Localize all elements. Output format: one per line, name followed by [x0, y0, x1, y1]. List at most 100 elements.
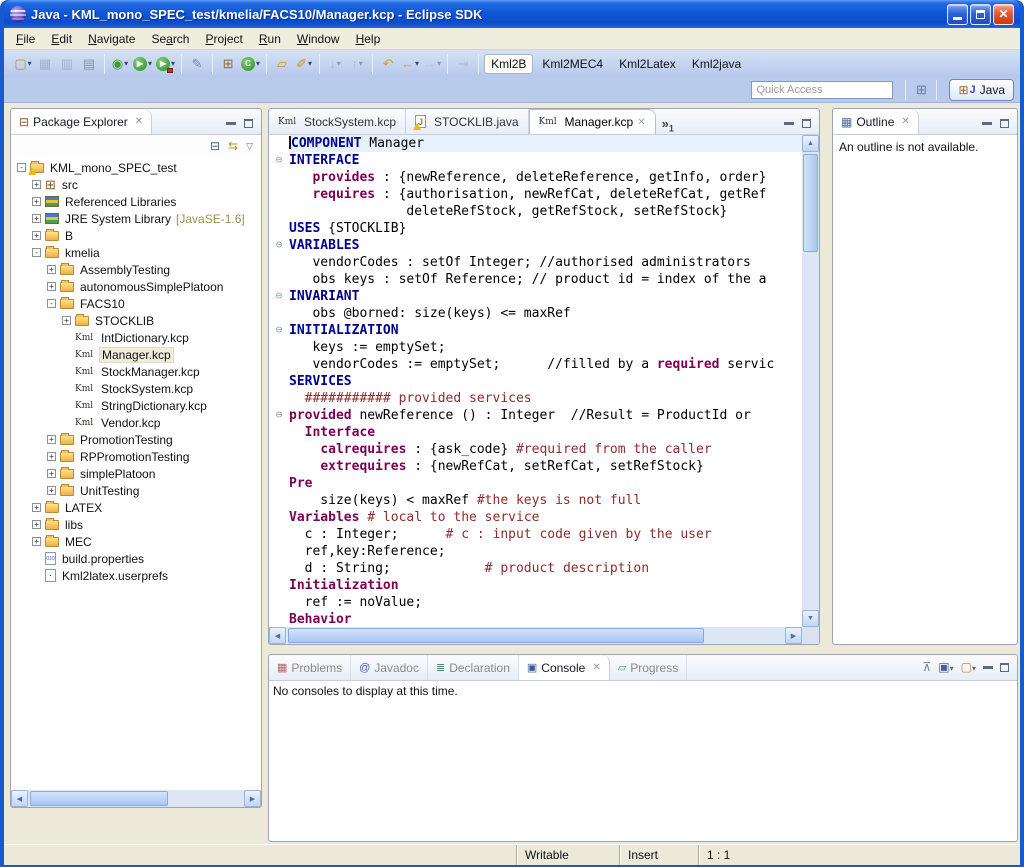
tree-item[interactable]: +UnitTesting [11, 482, 261, 499]
collapse-node-icon[interactable]: - [17, 163, 26, 172]
expand-node-icon[interactable]: + [47, 265, 56, 274]
scrollbar-thumb[interactable] [30, 791, 168, 806]
scroll-left-icon[interactable]: ◀ [11, 790, 28, 807]
expand-node-icon[interactable]: + [47, 469, 56, 478]
expand-node-icon[interactable]: + [32, 537, 41, 546]
tab-outline[interactable]: ▦ Outline ✕ [833, 109, 919, 134]
expand-node-icon[interactable]: + [32, 231, 41, 240]
expand-node-icon[interactable]: + [32, 214, 41, 223]
tree-item[interactable]: ▪Kml2latex.userprefs [11, 567, 261, 584]
code-line[interactable]: obs @borned: size(keys) <= maxRef [269, 305, 802, 322]
menu-project[interactable]: Project [197, 29, 250, 49]
editor-tab-manager-kcp[interactable]: KmlManager.kcp✕ [529, 109, 656, 134]
toolbar-button-kml2java[interactable]: Kml2java [685, 54, 748, 74]
code-line[interactable]: size(keys) < maxRef #the keys is not ful… [269, 492, 802, 509]
expand-node-icon[interactable]: + [47, 282, 56, 291]
tree-item[interactable]: +libs [11, 516, 261, 533]
tree-item[interactable]: +autonomousSimplePlatoon [11, 278, 261, 295]
menu-window[interactable]: Window [289, 29, 348, 49]
tree-item[interactable]: +⊞src [11, 176, 261, 193]
code-line[interactable]: Initialization [269, 577, 802, 594]
fold-marker-icon[interactable]: ⊖ [269, 288, 289, 305]
link-with-editor-icon[interactable]: ⇆ [228, 139, 238, 153]
expand-node-icon[interactable]: + [47, 435, 56, 444]
code-line[interactable]: vendorCodes := emptySet; //filled by a r… [269, 356, 802, 373]
last-edit-location-button[interactable]: ↶ [377, 53, 399, 75]
tree-item[interactable]: KmlStringDictionary.kcp [11, 397, 261, 414]
horizontal-scrollbar[interactable]: ◀ ▶ [11, 790, 261, 807]
editor-vertical-scrollbar[interactable]: ▲ ▼ [802, 135, 819, 627]
tree-item[interactable]: +LATEX [11, 499, 261, 516]
tree-item[interactable]: KmlStockManager.kcp [11, 363, 261, 380]
code-line-current[interactable]: COMPONENT Manager [269, 135, 802, 152]
editor-horizontal-scrollbar[interactable]: ◀ ▶ [269, 627, 802, 644]
scroll-down-icon[interactable]: ▼ [802, 610, 819, 627]
console-tab-console[interactable]: ▣Console✕ [519, 655, 610, 680]
menu-file[interactable]: File [8, 29, 43, 49]
toolbar-button-kml2mec4[interactable]: Kml2MEC4 [535, 54, 610, 74]
new-wizard-button[interactable]: ▢▾ [12, 53, 34, 75]
new-java-project-button[interactable]: ⊞ [217, 53, 239, 75]
open-console-button[interactable]: ▢▾ [961, 658, 976, 676]
code-line[interactable]: obs keys : setOf Reference; // product i… [269, 271, 802, 288]
new-java-class-button[interactable]: C▾ [239, 53, 262, 75]
maximize-button[interactable] [970, 4, 991, 25]
tree-item[interactable]: KmlVendor.kcp [11, 414, 261, 431]
fold-marker-icon[interactable]: ⊖ [269, 407, 289, 424]
code-line[interactable]: provides : {newReference, deleteReferenc… [269, 169, 802, 186]
maximize-view-icon[interactable] [1000, 119, 1009, 128]
fold-marker-icon[interactable]: ⊖ [269, 237, 289, 254]
code-line[interactable]: ⊖provided newReference () : Integer //Re… [269, 407, 802, 424]
tree-item[interactable]: KmlIntDictionary.kcp [11, 329, 261, 346]
run-external-tools-button[interactable]: ▶▾ [154, 53, 177, 75]
collapse-all-icon[interactable]: ⊟ [210, 139, 220, 153]
tab-package-explorer[interactable]: ⊟ Package Explorer ✕ [11, 109, 152, 134]
code-line[interactable]: USES {STOCKLIB} [269, 220, 802, 237]
tree-item[interactable]: +JRE System Library[JavaSE-1.6] [11, 210, 261, 227]
tree-item[interactable]: -FACS10 [11, 295, 261, 312]
code-line[interactable]: ########### provided services [269, 390, 802, 407]
open-type-button[interactable]: ▱ [271, 53, 293, 75]
minimize-editor-icon[interactable] [784, 122, 794, 125]
code-line[interactable]: d : String; # product description [269, 560, 802, 577]
scroll-left-icon[interactable]: ◀ [269, 627, 286, 644]
expand-node-icon[interactable]: + [32, 520, 41, 529]
back-button[interactable]: ←▾ [399, 53, 421, 75]
tree-item[interactable]: +Referenced Libraries [11, 193, 261, 210]
open-perspective-button[interactable]: ⊞ [910, 79, 932, 101]
code-line[interactable]: ⊖VARIABLES [269, 237, 802, 254]
close-tab-icon[interactable]: ✕ [592, 662, 600, 673]
code-line[interactable]: ref,key:Reference; [269, 543, 802, 560]
view-menu-icon[interactable]: ▽ [246, 141, 253, 152]
minimize-view-icon[interactable] [226, 122, 236, 125]
minimize-view-icon[interactable] [982, 122, 992, 125]
code-line[interactable]: ⊖INVARIANT [269, 288, 802, 305]
quick-access-input[interactable] [751, 81, 893, 99]
tree-item[interactable]: +MEC [11, 533, 261, 550]
maximize-view-icon[interactable] [244, 119, 253, 128]
menu-search[interactable]: Search [143, 29, 197, 49]
code-line[interactable]: SERVICES [269, 373, 802, 390]
toolbar-button-kml2b[interactable]: Kml2B [484, 54, 533, 74]
tree-item[interactable]: +PromotionTesting [11, 431, 261, 448]
tree-item[interactable]: +B [11, 227, 261, 244]
code-line[interactable]: requires : {authorisation, newRefCat, de… [269, 186, 802, 203]
code-line[interactable]: calrequires : {ask_code} #required from … [269, 441, 802, 458]
display-selected-console-button[interactable]: ▣▾ [938, 658, 953, 676]
tree-item[interactable]: +RPPromotionTesting [11, 448, 261, 465]
tree-item[interactable]: 010build.properties [11, 550, 261, 567]
tree-item[interactable]: KmlManager.kcp [11, 346, 261, 363]
expand-node-icon[interactable]: + [62, 316, 71, 325]
java-perspective-button[interactable]: ⊞J Java [949, 79, 1014, 101]
expand-node-icon[interactable]: + [32, 503, 41, 512]
code-line[interactable]: Variables # local to the service [269, 509, 802, 526]
editor-tab-stocksystem-kcp[interactable]: KmlStockSystem.kcp [269, 109, 406, 134]
expand-node-icon[interactable]: + [32, 197, 41, 206]
tree-item[interactable]: +simplePlatoon [11, 465, 261, 482]
tree-item[interactable]: +STOCKLIB [11, 312, 261, 329]
expand-node-icon[interactable]: + [47, 486, 56, 495]
code-line[interactable]: c : Integer; # c : input code given by t… [269, 526, 802, 543]
minimize-button[interactable] [947, 4, 968, 25]
run-button[interactable]: ▶▾ [131, 53, 154, 75]
code-line[interactable]: Behavior [269, 611, 802, 627]
